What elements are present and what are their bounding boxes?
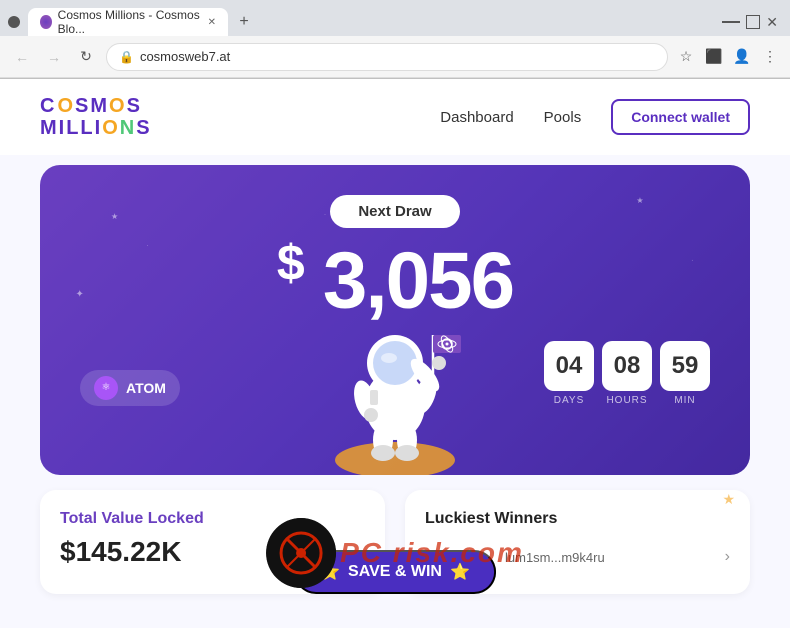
tab-title: Cosmos Millions - Cosmos Blo... (58, 8, 202, 36)
profile-icon[interactable]: 👤 (732, 47, 752, 67)
tab-bar: Cosmos Millions - Cosmos Blo... ✕ + ✕ (0, 0, 790, 36)
hours-value: 08 (602, 341, 652, 391)
winner-address: lum1sm...m9k4ru (505, 550, 605, 565)
browser-tab[interactable]: Cosmos Millions - Cosmos Blo... ✕ (28, 8, 228, 36)
site-nav: C O SM O S MILLI O N S Dashboard Pools C… (0, 79, 790, 155)
save-win-label: SAVE & WIN (348, 563, 442, 581)
atom-label: ATOM (126, 380, 166, 396)
star-4: ★ (636, 196, 643, 205)
tvl-title: Total Value Locked (60, 510, 365, 528)
save-win-button[interactable]: ⭐ SAVE & WIN ⭐ (294, 550, 496, 594)
back-button[interactable]: ← (10, 45, 34, 69)
star-7: · (324, 212, 326, 218)
star-right-icon: ⭐ (450, 562, 470, 582)
forward-button[interactable]: → (42, 45, 66, 69)
page-content: C O SM O S MILLI O N S Dashboard Pools C… (0, 79, 790, 628)
deco-star-3: ★ (722, 491, 735, 508)
minimize-btn[interactable] (722, 21, 740, 23)
winners-title: Luckiest Winners (425, 510, 730, 528)
toolbar: ← → ↻ 🔒 cosmosweb7.at ☆ ⬛ 👤 ⋮ (0, 36, 790, 78)
tab-close-btn[interactable]: ✕ (208, 17, 216, 28)
browser-chrome: Cosmos Millions - Cosmos Blo... ✕ + ✕ ← … (0, 0, 790, 79)
winner-arrow-icon: › (725, 548, 730, 566)
astronaut-illustration (315, 275, 475, 475)
reload-button[interactable]: ↻ (74, 45, 98, 69)
nav-links: Dashboard Pools Connect wallet (440, 99, 750, 135)
maximize-btn[interactable] (746, 15, 760, 29)
logo-text-top: C O SM O S (40, 95, 152, 117)
atom-badge: ⚛ ATOM (80, 370, 180, 406)
toolbar-icons: ☆ ⬛ 👤 ⋮ (676, 47, 780, 67)
prize-symbol: $ (277, 235, 303, 291)
bookmark-icon[interactable]: ☆ (676, 47, 696, 67)
lock-icon: 🔒 (119, 50, 134, 64)
url-text: cosmosweb7.at (140, 49, 230, 64)
address-bar[interactable]: 🔒 cosmosweb7.at (106, 43, 668, 71)
atom-coin-icon: ⚛ (94, 376, 118, 400)
countdown-days: 04 DAYS (544, 341, 594, 406)
menu-icon[interactable]: ⋮ (760, 47, 780, 67)
new-tab-button[interactable]: + (232, 10, 256, 34)
hours-label: HOURS (606, 395, 647, 406)
connect-wallet-button[interactable]: Connect wallet (611, 99, 750, 135)
extension-icon[interactable]: ⬛ (704, 47, 724, 67)
nav-dashboard[interactable]: Dashboard (440, 109, 513, 126)
next-draw-button[interactable]: Next Draw (330, 195, 459, 228)
logo-text-bottom: MILLI O N S (40, 117, 152, 139)
countdown-timer: 04 DAYS 08 HOURS 59 MIN (544, 341, 710, 406)
star-1: ★ (111, 212, 118, 221)
minutes-value: 59 (660, 341, 710, 391)
countdown-minutes: 59 MIN (660, 341, 710, 406)
close-btn[interactable]: ✕ (766, 14, 778, 31)
tab-favicon (40, 15, 52, 29)
nav-pools[interactable]: Pools (544, 109, 582, 126)
days-value: 04 (544, 341, 594, 391)
site-logo: C O SM O S MILLI O N S (40, 95, 152, 139)
hero-banner: ★ · ✦ ★ · ✦ · Next Draw $ 3,056 (40, 165, 750, 475)
days-label: DAYS (554, 395, 585, 406)
minutes-label: MIN (674, 395, 695, 406)
countdown-hours: 08 HOURS (602, 341, 652, 406)
star-left-icon: ⭐ (320, 562, 340, 582)
window-btn-close[interactable] (8, 16, 20, 28)
